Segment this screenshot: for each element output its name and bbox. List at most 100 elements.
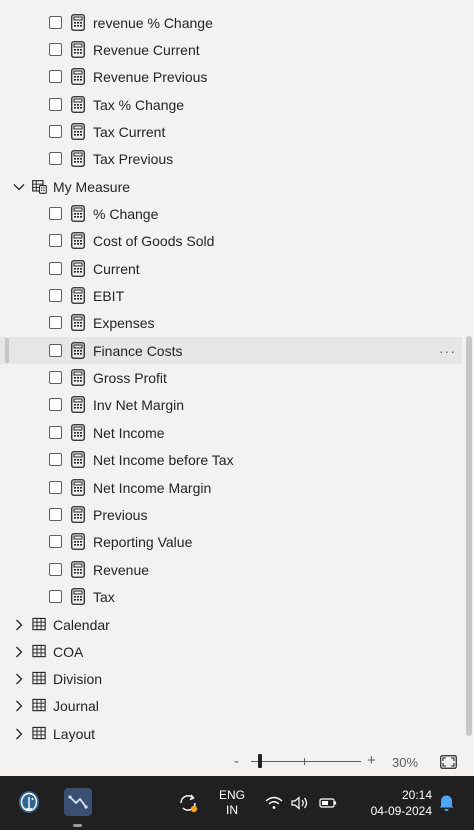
field-label: Revenue — [93, 561, 150, 578]
field-checkbox[interactable] — [49, 16, 62, 29]
field-item[interactable]: % Change — [0, 200, 462, 227]
field-checkbox[interactable] — [49, 535, 62, 548]
field-item[interactable]: Net Income before Tax — [0, 446, 462, 473]
field-checkbox[interactable] — [49, 563, 62, 576]
calculator-icon — [71, 260, 85, 277]
field-label: Net Income Margin — [93, 479, 212, 496]
table-coa[interactable]: COA — [0, 638, 462, 665]
measure-table-icon — [32, 180, 47, 194]
vertical-scrollbar[interactable] — [466, 336, 472, 736]
region-code: IN — [226, 803, 238, 817]
field-checkbox[interactable] — [49, 398, 62, 411]
table-layout[interactable]: Layout — [0, 720, 462, 747]
field-item[interactable]: Revenue — [0, 556, 462, 583]
fit-to-page-icon[interactable] — [440, 755, 457, 769]
field-label: Reporting Value — [93, 533, 193, 550]
table-icon — [32, 698, 46, 712]
language-indicator[interactable]: ENG IN — [212, 788, 252, 818]
field-item[interactable]: Previous — [0, 501, 462, 528]
field-checkbox[interactable] — [49, 234, 62, 247]
field-item[interactable]: Tax Current — [0, 118, 462, 145]
table-label: My Measure — [53, 178, 131, 195]
field-checkbox[interactable] — [49, 70, 62, 83]
field-item[interactable]: Inv Net Margin — [0, 391, 462, 418]
field-checkbox[interactable] — [49, 590, 62, 603]
field-item[interactable]: Current — [0, 255, 462, 282]
field-item[interactable]: Tax Previous — [0, 145, 462, 172]
field-checkbox[interactable] — [49, 98, 62, 111]
field-item[interactable]: Gross Profit — [0, 364, 462, 391]
chevron-right-icon[interactable] — [13, 728, 25, 740]
sync-icon[interactable] — [177, 792, 199, 814]
field-item[interactable]: Expenses — [0, 309, 462, 336]
calculator-icon — [71, 68, 85, 85]
field-checkbox[interactable] — [49, 43, 62, 56]
table-journal[interactable]: Journal — [0, 692, 462, 719]
active-app-indicator — [73, 824, 82, 827]
chevron-right-icon[interactable] — [13, 700, 25, 712]
field-item[interactable]: Net Income Margin — [0, 474, 462, 501]
calculator-icon — [71, 96, 85, 113]
chevron-right-icon[interactable] — [13, 619, 25, 631]
field-checkbox[interactable] — [49, 207, 62, 220]
field-item-hovered[interactable]: Finance Costs ··· — [0, 337, 462, 364]
field-checkbox[interactable] — [49, 316, 62, 329]
taskbar: ENG IN 20:14 04-09-2024 — [0, 776, 474, 830]
calculator-icon — [71, 451, 85, 468]
clock[interactable]: 20:14 04-09-2024 — [352, 787, 432, 819]
table-calendar[interactable]: Calendar — [0, 611, 462, 638]
postgresql-elephant-icon[interactable] — [15, 788, 43, 816]
field-item[interactable]: Tax — [0, 583, 462, 610]
field-label: Current — [93, 260, 140, 277]
zoom-out-button[interactable]: - — [234, 753, 239, 770]
table-division[interactable]: Division — [0, 665, 462, 692]
calculator-icon — [71, 123, 85, 140]
zoom-slider-thumb[interactable] — [258, 754, 262, 768]
field-checkbox[interactable] — [49, 262, 62, 275]
zoom-percent[interactable]: 30% — [392, 755, 418, 770]
field-item[interactable]: Revenue Current — [0, 36, 462, 63]
powerbi-app-icon[interactable] — [64, 788, 92, 816]
zoom-in-button[interactable]: + — [367, 752, 376, 769]
system-tray[interactable] — [264, 794, 342, 812]
field-label: Revenue Current — [93, 41, 200, 58]
field-checkbox[interactable] — [49, 289, 62, 302]
table-label: Journal — [53, 697, 99, 714]
calculator-icon — [71, 369, 85, 386]
field-checkbox[interactable] — [49, 453, 62, 466]
field-checkbox[interactable] — [49, 152, 62, 165]
notification-bell-icon[interactable] — [438, 793, 455, 812]
field-label: Gross Profit — [93, 369, 167, 386]
field-checkbox[interactable] — [49, 344, 62, 357]
field-item[interactable]: Net Income — [0, 419, 462, 446]
table-my-measure[interactable]: My Measure — [0, 173, 462, 200]
field-label: Revenue Previous — [93, 68, 208, 85]
field-item[interactable]: Cost of Goods Sold — [0, 227, 462, 254]
calculator-icon — [71, 506, 85, 523]
field-label: EBIT — [93, 287, 125, 304]
field-label: Expenses — [93, 314, 155, 331]
zoom-slider-midmark — [304, 758, 305, 765]
chevron-down-icon[interactable] — [13, 181, 25, 193]
field-label: Cost of Goods Sold — [93, 232, 215, 249]
field-item[interactable]: Reporting Value — [0, 528, 462, 555]
field-label: Tax — [93, 588, 115, 605]
chevron-right-icon[interactable] — [13, 673, 25, 685]
chevron-right-icon[interactable] — [13, 646, 25, 658]
field-item[interactable]: Revenue Previous — [0, 63, 462, 90]
field-checkbox[interactable] — [49, 371, 62, 384]
field-checkbox[interactable] — [49, 481, 62, 494]
field-item[interactable]: revenue % Change — [0, 9, 462, 36]
field-checkbox[interactable] — [49, 426, 62, 439]
calculator-icon — [71, 287, 85, 304]
field-item[interactable]: EBIT — [0, 282, 462, 309]
zoom-slider-track[interactable] — [251, 761, 361, 762]
clock-time: 20:14 — [401, 788, 432, 802]
field-checkbox[interactable] — [49, 508, 62, 521]
calculator-icon — [71, 14, 85, 31]
more-options-button[interactable]: ··· — [439, 343, 456, 359]
zoom-bar: - + 30% — [0, 748, 474, 776]
field-item[interactable]: Tax % Change — [0, 91, 462, 118]
field-checkbox[interactable] — [49, 125, 62, 138]
field-label: Tax Current — [93, 123, 166, 140]
